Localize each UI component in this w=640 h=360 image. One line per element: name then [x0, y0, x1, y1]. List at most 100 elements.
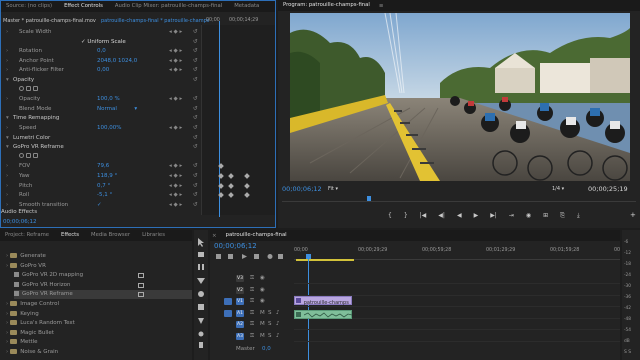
- param-value[interactable]: 100,00%: [97, 124, 121, 132]
- transport-button[interactable]: ⊞: [543, 212, 548, 219]
- reset-icon[interactable]: ↺: [193, 182, 198, 190]
- reset-icon[interactable]: ↺: [193, 47, 198, 55]
- effect-param-row[interactable]: › Opacity 100,0 % ◂ ◆ ▸ ↺: [1, 95, 199, 103]
- reset-icon[interactable]: ↺: [193, 201, 198, 209]
- sync-lock-icon[interactable]: ⚿: [250, 275, 254, 282]
- program-video-frame[interactable]: [290, 13, 630, 181]
- sync-lock-icon[interactable]: ⚿: [250, 287, 254, 294]
- reset-icon[interactable]: ↺: [193, 66, 198, 74]
- timeline-toolbar-icons[interactable]: [214, 252, 294, 262]
- audio-clip[interactable]: [294, 310, 352, 319]
- keyframe-nav-icons[interactable]: ◂ ◆ ▸: [169, 172, 182, 180]
- program-playhead-marker[interactable]: [367, 196, 371, 201]
- effect-folder[interactable]: › Generate: [6, 252, 46, 261]
- keyframe-nav-icons[interactable]: ◂ ◆ ▸: [169, 66, 182, 74]
- param-value[interactable]: 118,9 °: [97, 172, 117, 180]
- effect-param-row[interactable]: › Speed 100,00% ◂ ◆ ▸ ↺: [1, 124, 199, 132]
- tab-media-browser[interactable]: Media Browser: [88, 230, 133, 241]
- timeline-tab[interactable]: patrouille-champs-final: [223, 230, 290, 241]
- expand-toggle-icon[interactable]: ›: [6, 57, 8, 65]
- reset-icon[interactable]: ↺: [193, 95, 198, 103]
- expand-toggle-icon[interactable]: ▾: [6, 76, 9, 84]
- keyframe-nav-icons[interactable]: ◂ ◆ ▸: [169, 201, 182, 209]
- meter-solo-buttons[interactable]: S S: [624, 350, 631, 355]
- tab-metadata[interactable]: Metadata: [231, 1, 262, 12]
- expand-toggle-icon[interactable]: ›: [6, 201, 8, 209]
- effect-folder[interactable]: › Noise & Grain: [6, 348, 58, 357]
- expand-toggle-icon[interactable]: ›: [6, 320, 8, 326]
- reset-icon[interactable]: ↺: [193, 134, 198, 142]
- transport-button[interactable]: ◀: [457, 212, 462, 219]
- effect-param-row[interactable]: [1, 152, 199, 161]
- transport-button[interactable]: }: [404, 212, 408, 219]
- effect-item[interactable]: GoPro VR Reframe: [14, 290, 192, 300]
- program-menu-icon[interactable]: ≡: [379, 3, 384, 9]
- effect-param-row[interactable]: › FOV 79,6 ◂ ◆ ▸ ↺: [1, 162, 199, 170]
- effect-folder[interactable]: › Luca's Random Text: [6, 319, 75, 328]
- effect-param-row[interactable]: ▾ GoPro VR Reframe ↺: [1, 143, 199, 151]
- tab-audio-clip-mixer[interactable]: Audio Clip Mixer: patrouille-champs-fina…: [112, 1, 225, 12]
- reset-icon[interactable]: ↺: [193, 28, 198, 36]
- expand-toggle-icon[interactable]: ›: [6, 95, 8, 103]
- expand-toggle-icon[interactable]: ›: [6, 28, 8, 36]
- param-value[interactable]: 2048,0 1024,0: [97, 57, 137, 65]
- keyframe-nav-icons[interactable]: ◂ ◆ ▸: [169, 95, 182, 103]
- expand-toggle-icon[interactable]: ›: [6, 330, 8, 336]
- reset-icon[interactable]: ↺: [193, 162, 198, 170]
- expand-toggle-icon[interactable]: ›: [6, 124, 8, 132]
- track-target-button[interactable]: A2: [236, 321, 244, 328]
- transport-button[interactable]: ⎘: [560, 212, 565, 220]
- source-patch-button[interactable]: [224, 321, 232, 328]
- tab-libraries[interactable]: Libraries: [139, 230, 168, 241]
- effect-folder[interactable]: › Magic Bullet: [6, 329, 54, 338]
- effect-param-row[interactable]: › Smooth transition ✓ ◂ ◆ ▸ ↺: [1, 201, 199, 209]
- eye-icon[interactable]: ◉: [260, 298, 265, 304]
- timeline-close-icon[interactable]: ×: [212, 233, 217, 239]
- mute-button[interactable]: M: [260, 310, 265, 316]
- reset-icon[interactable]: ↺: [193, 172, 198, 180]
- source-patch-button[interactable]: [224, 275, 232, 282]
- expand-toggle-icon[interactable]: ▾: [6, 134, 9, 142]
- expand-toggle-icon[interactable]: ›: [6, 172, 8, 180]
- expand-toggle-icon[interactable]: ▾: [6, 143, 9, 151]
- effect-param-row[interactable]: ▾ Lumetri Color ↺: [1, 134, 199, 142]
- expand-toggle-icon[interactable]: ›: [6, 301, 8, 307]
- master-volume[interactable]: 0,0: [262, 346, 271, 352]
- keyframe-nav-icons[interactable]: ◂ ◆ ▸: [169, 47, 182, 55]
- transport-button[interactable]: |◀: [420, 212, 427, 219]
- param-value[interactable]: 79,6: [97, 162, 109, 170]
- program-scrub-bar[interactable]: [282, 198, 636, 202]
- reset-icon[interactable]: ↺: [193, 38, 198, 46]
- reset-icon[interactable]: ↺: [193, 76, 198, 84]
- mic-icon[interactable]: ♪: [276, 321, 280, 327]
- transport-button[interactable]: ▶: [474, 212, 479, 219]
- program-timecode[interactable]: 00;00;06;12: [282, 185, 322, 193]
- expand-toggle-icon[interactable]: ›: [6, 349, 8, 355]
- tab-effects[interactable]: Effects: [58, 230, 82, 241]
- reset-icon[interactable]: ↺: [193, 191, 198, 199]
- mask-shape-icons[interactable]: [19, 152, 38, 161]
- track-lane[interactable]: [294, 332, 620, 342]
- effect-param-row[interactable]: [1, 85, 199, 94]
- expand-toggle-icon[interactable]: ›: [6, 339, 8, 345]
- effect-folder[interactable]: › Image Control: [6, 300, 59, 309]
- source-patch-button[interactable]: [224, 333, 232, 340]
- param-value[interactable]: 0,7 °: [97, 182, 110, 190]
- effect-param-row[interactable]: Blend Mode Normal ▾ ↺: [1, 105, 199, 113]
- sync-lock-icon[interactable]: ⚿: [250, 333, 254, 340]
- program-add-button[interactable]: +: [630, 211, 636, 219]
- keyframe-nav-icons[interactable]: ◂ ◆ ▸: [169, 57, 182, 65]
- mic-icon[interactable]: ♪: [276, 310, 280, 316]
- sequence-name-label[interactable]: patrouille-champs-final * patrouille-cha…: [101, 18, 209, 24]
- timeline-playhead-head[interactable]: [306, 254, 311, 259]
- keyframe-nav-icons[interactable]: ◂ ◆ ▸: [169, 124, 182, 132]
- sync-lock-icon[interactable]: ⚿: [250, 298, 254, 305]
- timeline-timecode[interactable]: 00;00;06;12: [214, 242, 257, 250]
- expand-toggle-icon[interactable]: ›: [6, 66, 8, 74]
- mute-button[interactable]: M: [260, 321, 265, 327]
- effect-controls-timecode[interactable]: 00;00;06;12: [3, 219, 37, 225]
- keyframe-nav-icons[interactable]: ◂ ◆ ▸: [169, 28, 182, 36]
- tab-source[interactable]: Source: (no clips): [3, 1, 55, 12]
- expand-toggle-icon[interactable]: ›: [6, 162, 8, 170]
- timeline-ruler[interactable]: 00;00 00;00;29;29 00;00;59;28 00;01;29;29 00…: [294, 246, 620, 260]
